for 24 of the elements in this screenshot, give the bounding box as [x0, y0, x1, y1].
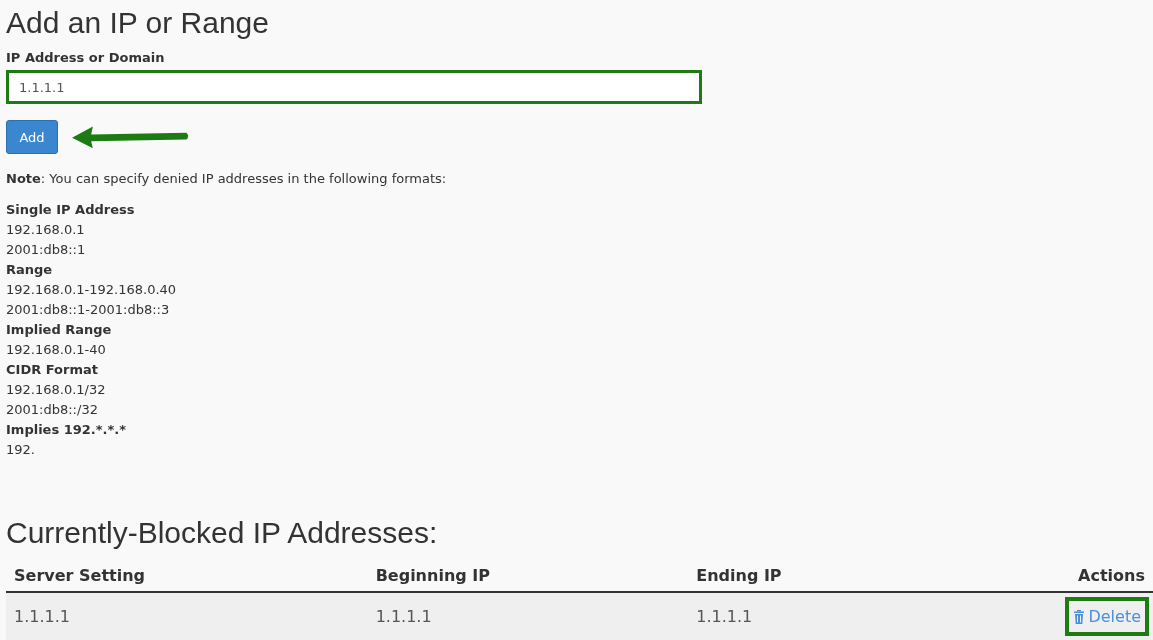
- format-heading: Implied Range: [6, 321, 113, 339]
- trash-icon: [1073, 609, 1086, 624]
- table-cell: 1.1.1.1: [688, 592, 938, 640]
- format-example: 2001:db8::1: [6, 241, 87, 259]
- format-example: 192.: [6, 441, 36, 459]
- add-button[interactable]: Add: [6, 120, 58, 154]
- format-heading: Range: [6, 261, 54, 279]
- section-heading: Currently-Blocked IP Addresses:: [6, 516, 439, 550]
- format-heading: Implies 192.*.*.*: [6, 421, 128, 439]
- page-title: Add an IP or Range: [6, 6, 270, 40]
- format-example: 192.168.0.1-40: [6, 341, 107, 359]
- format-heading: Single IP Address: [6, 201, 136, 219]
- format-heading: CIDR Format: [6, 361, 99, 379]
- format-example: 192.168.0.1: [6, 221, 86, 239]
- delete-link[interactable]: Delete: [1065, 597, 1149, 636]
- format-example: 192.168.0.1/32: [6, 381, 107, 399]
- ip-input-field[interactable]: 1.1.1.1: [6, 70, 702, 104]
- format-example: 2001:db8::1-2001:db8::3: [6, 301, 171, 319]
- table-cell: 1.1.1.1: [6, 592, 368, 640]
- field-label: IP Address or Domain: [6, 50, 166, 65]
- format-example: 2001:db8::/32: [6, 401, 99, 419]
- note-text: Note: You can specify denied IP addresses in the following formats:: [6, 171, 448, 186]
- format-example: 192.168.0.1-192.168.0.40: [6, 281, 178, 299]
- table-cell: 1.1.1.1: [367, 592, 689, 640]
